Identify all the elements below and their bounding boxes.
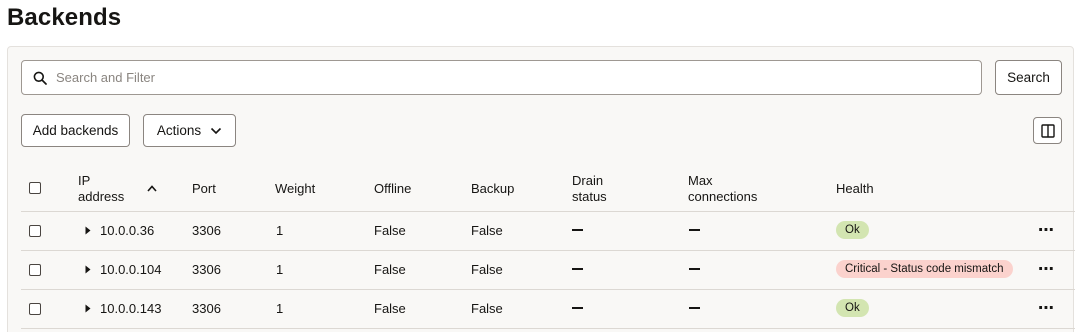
select-all-checkbox[interactable] [29,182,41,194]
cell-port: 3306 [192,301,221,316]
add-backends-button[interactable]: Add backends [21,114,130,147]
sort-ascending-icon[interactable] [147,185,157,192]
add-backends-label: Add backends [32,123,119,138]
row-divider [21,289,1075,290]
cell-ip: 10.0.0.143 [100,301,162,316]
search-field[interactable] [21,60,982,95]
row-divider [21,328,1075,329]
cell-drain-empty [572,307,583,309]
row-checkbox[interactable] [29,225,41,237]
cell-backup: False [471,223,503,238]
page-title: Backends [7,4,122,31]
backends-panel: Search Add backends Actions IP address P… [7,46,1075,332]
row-checkbox[interactable] [29,264,41,276]
header-backup: Backup [471,181,515,196]
cell-offline: False [374,223,406,238]
cell-drain-empty [572,268,583,270]
caret-right-icon[interactable] [85,226,91,235]
header-health: Health [836,181,874,196]
header-max-line1: Max [688,173,713,188]
cell-weight: 1 [276,223,284,238]
search-input[interactable] [56,70,936,85]
caret-right-icon[interactable] [85,265,91,274]
header-drain-status: Drain status [572,173,607,205]
cell-backup: False [471,301,503,316]
cell-offline: False [374,301,406,316]
row-actions-icon[interactable]: ⋯ [1038,220,1054,240]
header-weight: Weight [275,181,316,196]
cell-port: 3306 [192,262,221,277]
cell-max-empty [689,229,700,231]
header-ip-line2: address [78,189,125,204]
cell-ip: 10.0.0.104 [100,262,162,277]
row-divider [21,211,1075,212]
header-max-line2: connections [688,189,758,204]
search-button-label: Search [1007,70,1050,85]
row-actions-icon[interactable]: ⋯ [1038,298,1054,318]
header-port: Port [192,181,216,196]
header-drain-line1: Drain [572,173,604,188]
header-offline: Offline [374,181,412,196]
caret-right-icon[interactable] [85,304,91,313]
health-badge: Critical - Status code mismatch [836,260,1013,278]
cell-backup: False [471,262,503,277]
actions-label: Actions [156,123,202,138]
cell-max-empty [689,307,700,309]
header-max-connections: Max connections [688,173,757,205]
cell-ip: 10.0.0.36 [100,223,155,238]
search-icon [33,71,47,85]
cell-offline: False [374,262,406,277]
columns-icon [1040,123,1055,138]
header-ip-line1: IP [78,173,91,188]
row-actions-icon[interactable]: ⋯ [1038,259,1054,279]
health-badge: Ok [836,299,869,317]
cell-max-empty [689,268,700,270]
chevron-down-icon [211,127,222,134]
row-checkbox[interactable] [29,303,41,315]
header-drain-line2: status [572,189,607,204]
row-divider [21,250,1075,251]
cell-port: 3306 [192,223,221,238]
header-ip-address[interactable]: IP address [78,173,124,205]
health-badge: Ok [836,221,869,239]
actions-menu-button[interactable]: Actions [143,114,236,147]
search-button[interactable]: Search [995,60,1062,95]
column-settings-button[interactable] [1033,117,1062,144]
cell-weight: 1 [276,301,284,316]
cell-weight: 1 [276,262,284,277]
cell-drain-empty [572,229,583,231]
